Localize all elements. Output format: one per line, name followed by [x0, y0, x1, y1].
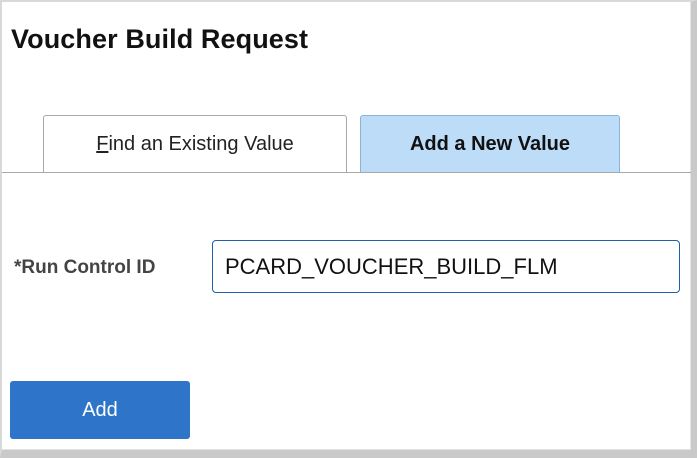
tab-add-label: Add a New Value: [409, 133, 571, 155]
tab-find-existing-value[interactable]: Find an Existing Value: [43, 115, 347, 173]
tab-find-accesskey: F: [96, 133, 109, 155]
tab-find-label-rest: ind an Existing Value: [108, 133, 294, 155]
run-control-id-label: *Run Control ID: [14, 257, 156, 278]
run-control-id-input[interactable]: [212, 240, 680, 293]
page-title: Voucher Build Request: [11, 24, 309, 54]
tab-divider: [2, 172, 691, 173]
add-button[interactable]: Add: [10, 381, 190, 439]
tab-find-label: Find an Existing Value: [96, 133, 294, 156]
tab-add-new-value[interactable]: Add a New Value: [360, 115, 620, 173]
